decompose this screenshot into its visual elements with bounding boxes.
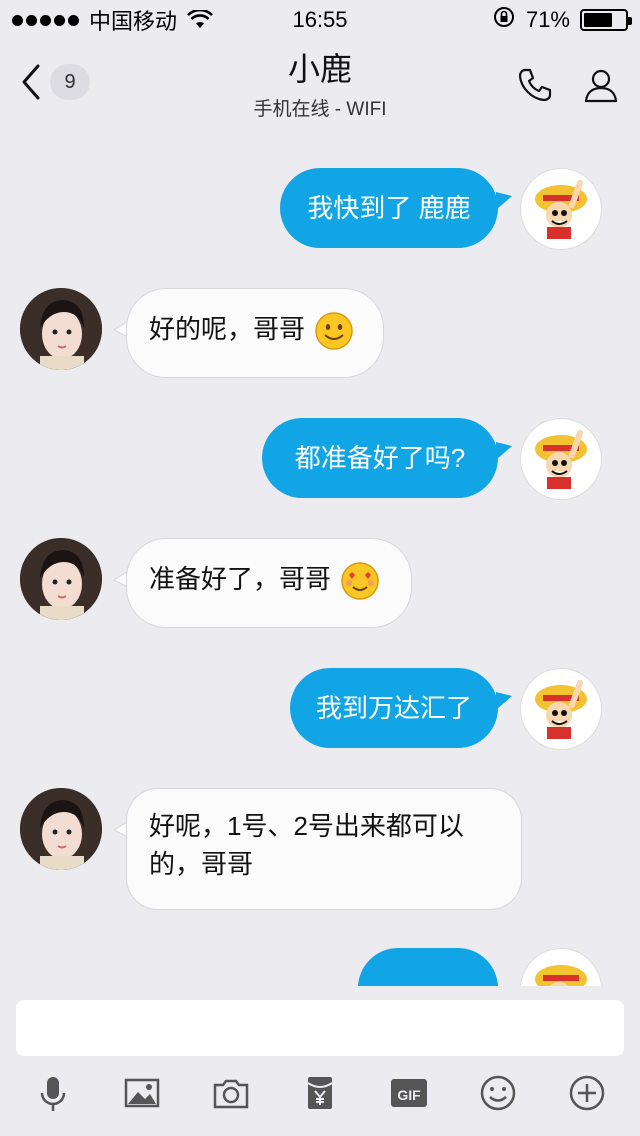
person-icon — [584, 69, 618, 103]
message-list[interactable]: 我快到了 鹿鹿 好的呢，哥哥 都准备好了吗? 准备好了，哥哥 我到万达汇了 好呢… — [0, 130, 640, 986]
rotation-lock-icon — [492, 5, 516, 35]
red-packet-button[interactable] — [300, 1073, 340, 1118]
sent-message-bubble[interactable] — [358, 948, 498, 986]
bubble-tail — [496, 442, 512, 460]
status-bar: 中国移动 16:55 71% — [0, 0, 640, 40]
emoji-icon — [481, 1075, 516, 1110]
sent-message-bubble[interactable]: 都准备好了吗? — [262, 418, 498, 498]
portrait-avatar-icon — [20, 288, 102, 370]
photo-button[interactable] — [122, 1073, 162, 1118]
cartoon-avatar-icon — [535, 965, 587, 986]
more-button[interactable] — [567, 1073, 607, 1118]
phone-icon — [518, 68, 552, 102]
svg-text:GIF: GIF — [397, 1087, 421, 1103]
message-text: 都准备好了吗? — [294, 443, 466, 473]
contact-avatar[interactable] — [20, 788, 102, 870]
message-text-line: 好呢，1号、2号出来都可以 — [149, 811, 464, 841]
contact-avatar[interactable] — [20, 288, 102, 370]
cartoon-avatar-icon — [535, 179, 587, 239]
message-text-line: 的，哥哥 — [149, 849, 254, 879]
image-icon — [124, 1078, 159, 1107]
camera-button[interactable] — [211, 1073, 251, 1118]
gif-icon: GIF — [391, 1078, 428, 1107]
contact-profile-button[interactable] — [582, 66, 620, 109]
heart-eyes-emoji-icon — [341, 562, 379, 600]
cartoon-avatar-icon — [535, 429, 587, 489]
my-avatar[interactable] — [520, 668, 602, 750]
voice-button[interactable] — [33, 1073, 73, 1118]
bubble-tail — [496, 192, 512, 210]
message-text: 准备好了，哥哥 — [149, 564, 332, 594]
plus-icon — [570, 1075, 605, 1110]
my-avatar[interactable] — [520, 948, 602, 986]
message-input[interactable] — [16, 1000, 624, 1056]
message-text: 我到万达汇了 — [315, 693, 472, 723]
message-text: 我快到了 鹿鹿 — [307, 193, 471, 223]
input-toolbar: GIF — [0, 1062, 640, 1128]
received-message-bubble[interactable]: 好的呢，哥哥 — [126, 288, 384, 378]
my-avatar[interactable] — [520, 418, 602, 500]
smile-emoji-icon — [315, 312, 353, 350]
battery-percent: 71% — [525, 7, 570, 32]
my-avatar[interactable] — [520, 168, 602, 250]
bubble-tail — [496, 692, 512, 710]
microphone-icon — [40, 1076, 65, 1111]
carrier-name: 中国移动 — [89, 9, 178, 34]
wifi-icon — [187, 8, 213, 30]
sent-message-bubble[interactable]: 我到万达汇了 — [290, 668, 498, 748]
chat-header: 9 小鹿 手机在线 - WIFI — [0, 40, 640, 126]
red-packet-icon — [307, 1076, 333, 1109]
signal-strength-icon — [12, 14, 79, 26]
emoji-button[interactable] — [478, 1073, 518, 1118]
phone-call-button[interactable] — [516, 66, 554, 109]
gif-button[interactable]: GIF — [389, 1073, 429, 1118]
camera-icon — [213, 1079, 249, 1108]
portrait-avatar-icon — [20, 788, 102, 870]
battery-icon — [580, 9, 632, 31]
sent-message-bubble[interactable]: 我快到了 鹿鹿 — [280, 168, 498, 248]
received-message-bubble[interactable]: 好呢，1号、2号出来都可以 的，哥哥 — [126, 788, 522, 910]
received-message-bubble[interactable]: 准备好了，哥哥 — [126, 538, 412, 628]
contact-avatar[interactable] — [20, 538, 102, 620]
portrait-avatar-icon — [20, 538, 102, 620]
message-text: 好的呢，哥哥 — [149, 314, 306, 344]
cartoon-avatar-icon — [535, 679, 587, 739]
